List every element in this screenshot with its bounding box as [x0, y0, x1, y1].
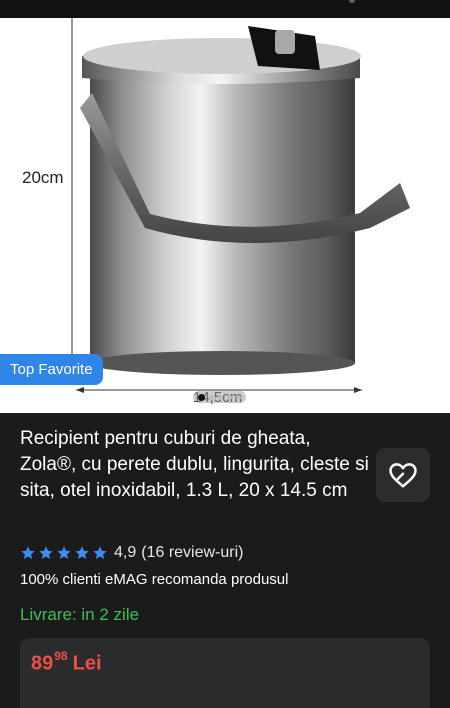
star-icon	[39, 546, 53, 559]
price-card: 8998 Lei	[20, 638, 430, 708]
star-icon	[21, 546, 35, 559]
status-indicator	[349, 0, 355, 3]
price-integer: 89	[31, 652, 54, 675]
carousel-dot[interactable]	[227, 394, 232, 400]
heart-outline-icon	[389, 463, 417, 488]
status-bar	[0, 0, 450, 18]
product-details: Recipient pentru cuburi de gheata, Zola®…	[0, 413, 450, 708]
rating-stars	[20, 545, 108, 561]
price-decimals: 98	[54, 649, 68, 663]
height-dimension-label: 20cm	[22, 168, 64, 187]
star-icon	[75, 546, 89, 559]
product-title: Recipient pentru cuburi de gheata, Zola®…	[20, 428, 369, 501]
carousel-dot[interactable]	[236, 394, 241, 400]
carousel-dot[interactable]	[209, 394, 214, 400]
recommendation-text: 100% clienti eMAG recomanda produsul	[20, 571, 289, 588]
carousel-indicator[interactable]	[193, 391, 246, 403]
top-favorite-badge: Top Favorite	[0, 354, 103, 385]
review-count[interactable]: (16 review-uri)	[141, 544, 243, 562]
rating-row[interactable]: 4,9 (16 review-uri)	[20, 544, 244, 562]
star-icon	[57, 546, 71, 559]
star-icon	[93, 546, 107, 559]
product-price: 8998 Lei	[31, 649, 102, 676]
product-image-gallery[interactable]: 20cm 14,5cm Top Favorite	[0, 18, 450, 413]
price-currency: Lei	[72, 652, 102, 675]
carousel-dot[interactable]	[218, 394, 223, 400]
rating-score: 4,9	[114, 544, 137, 561]
add-to-favorites-button[interactable]	[376, 448, 430, 502]
delivery-info: Livrare: in 2 zile	[20, 605, 140, 624]
carousel-dot-active[interactable]	[198, 393, 205, 401]
